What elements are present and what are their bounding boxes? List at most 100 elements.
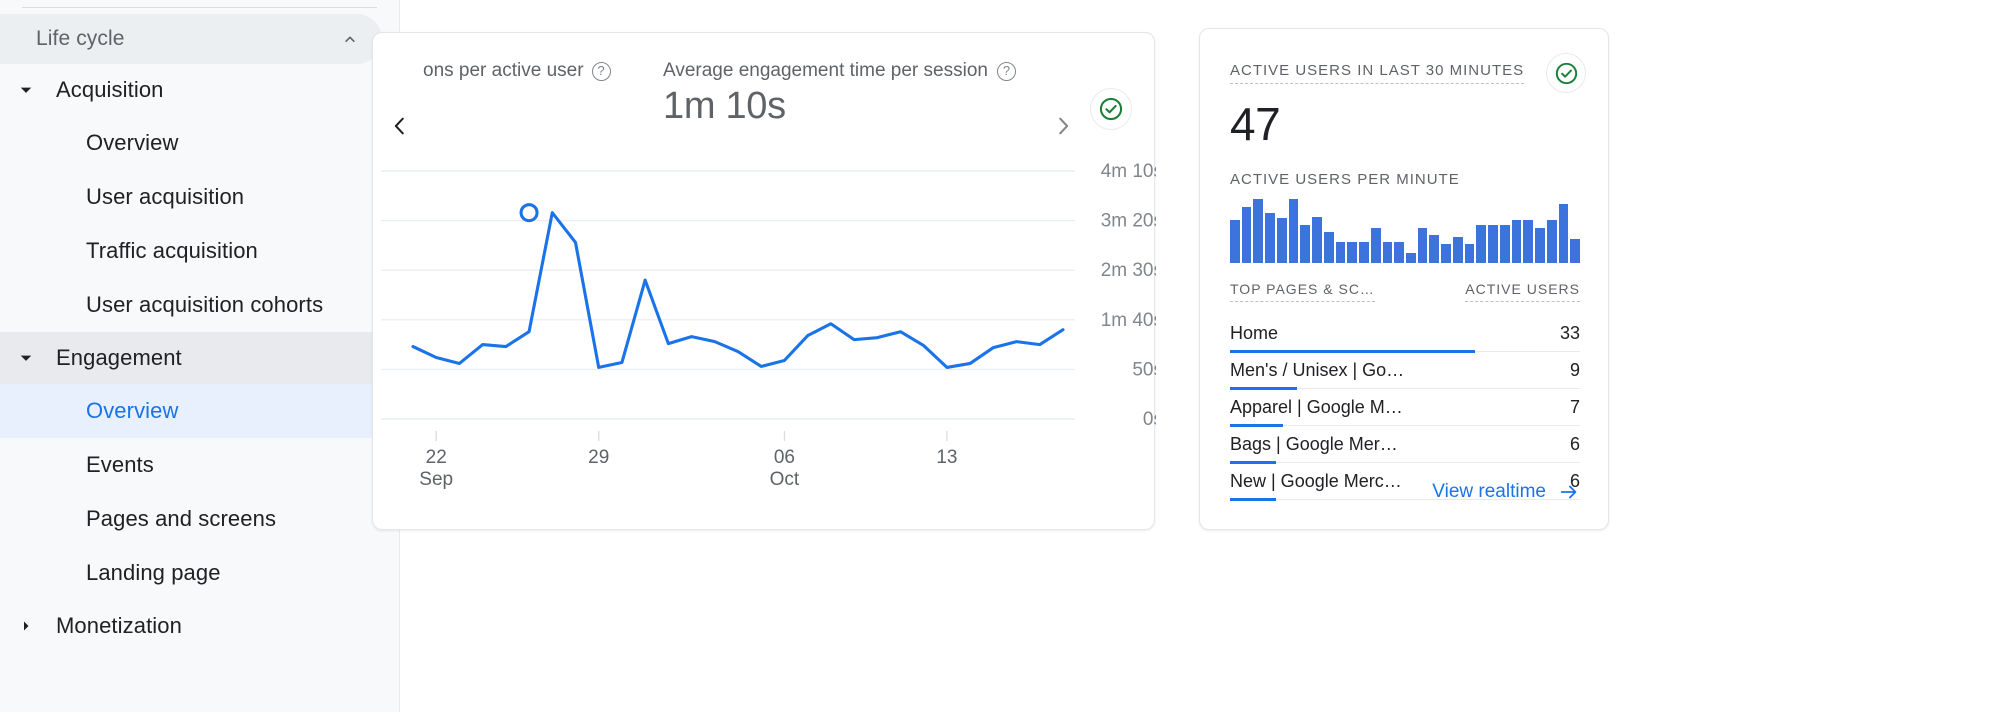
metric-title: Average engagement time per session ? [663, 60, 1016, 82]
sidebar-item-label: Landing page [86, 560, 221, 585]
active-users-30min-label: ACTIVE USERS IN LAST 30 MINUTES [1230, 62, 1525, 84]
chart-line-series [411, 211, 1065, 369]
main-content: ons per active user ? Average engagement… [372, 0, 1999, 712]
next-metric-button[interactable] [1046, 109, 1080, 143]
sparkline-bar [1441, 243, 1451, 263]
chevron-right-icon [1059, 117, 1069, 135]
sidebar-item-user-acquisition[interactable]: User acquisition [0, 170, 396, 224]
metric-title-label: Average engagement time per session [663, 60, 988, 81]
sidebar-item-pages-and-screens[interactable]: Pages and screens [0, 492, 396, 546]
top-pages-table-header: TOP PAGES & SC… ACTIVE USERS [1230, 281, 1580, 302]
previous-metric-label: ons per active user [423, 60, 584, 81]
column-header-top-pages: TOP PAGES & SC… [1230, 281, 1375, 302]
sparkline-bar [1382, 242, 1393, 263]
chevron-left-icon [394, 117, 404, 135]
sidebar-item-label: Pages and screens [86, 506, 277, 531]
sparkline-bar [1546, 219, 1557, 263]
sparkline-bar [1558, 203, 1569, 263]
caret-down-icon [14, 83, 38, 97]
sidebar-item-traffic-acquisition[interactable]: Traffic acquisition [0, 224, 396, 278]
sidebar-item-label: Overview [86, 130, 179, 155]
sidebar-group-label: Engagement [56, 345, 182, 370]
sidebar-item-acquisition-overview[interactable]: Overview [0, 116, 396, 170]
page-title-cell: Men's / Unisex | Go… [1230, 359, 1405, 380]
y-axis-tick-label: 1m 40s [1101, 310, 1156, 331]
active-users-cell: 33 [1559, 322, 1580, 343]
sparkline-bar [1394, 242, 1405, 263]
help-circle-icon[interactable]: ? [591, 61, 611, 81]
sparkline-bar [1347, 242, 1358, 263]
view-realtime-link[interactable]: View realtime [1432, 481, 1580, 503]
sidebar-section-life-cycle[interactable]: Life cycle [0, 14, 382, 64]
sparkline-bar [1570, 238, 1581, 263]
sparkline-bar [1523, 219, 1534, 263]
sidebar-group-label: Acquisition [56, 77, 164, 102]
top-pages-table-rows: Home 33 Men's / Unisex | Go… 9 Apparel | Goo… [1230, 315, 1580, 501]
sparkline-bar [1429, 235, 1440, 263]
y-axis-tick-label: 2m 30s [1101, 260, 1156, 281]
table-row[interactable]: Home 33 [1230, 315, 1580, 353]
sidebar-item-engagement-overview[interactable]: Overview [0, 384, 396, 438]
column-header-active-users: ACTIVE USERS [1465, 281, 1580, 302]
sparkline-bar [1230, 219, 1240, 263]
sparkline-bar [1535, 228, 1545, 263]
active-users-cell: 9 [1569, 359, 1580, 380]
active-users-per-minute-label: ACTIVE USERS PER MINUTE [1230, 171, 1460, 188]
sidebar-group-label: Monetization [56, 613, 182, 638]
line-chart-plot: 4m 10s 3m 20s 2m 30s 1m 40s 50s 0s 22Sep 29 06Oc… [373, 143, 1156, 531]
table-row[interactable]: Bags | Google Mer… 6 [1230, 426, 1580, 464]
sparkline-bar [1511, 219, 1522, 263]
y-axis-tick-label: 3m 20s [1101, 211, 1156, 232]
chevron-up-icon[interactable] [340, 29, 360, 49]
view-realtime-label: View realtime [1432, 481, 1546, 502]
sparkline-bar [1499, 224, 1510, 263]
sparkline-bar [1406, 253, 1416, 263]
active-users-cell: 6 [1569, 433, 1580, 454]
sparkline-bar [1323, 231, 1334, 263]
page-title-cell: Bags | Google Mer… [1230, 433, 1398, 454]
chart-card-header: ons per active user ? Average engagement… [373, 33, 1154, 143]
page-title-cell: Apparel | Google M… [1230, 396, 1403, 417]
sidebar: Life cycle Acquisition Overview User acq… [0, 0, 400, 712]
sparkline-bar [1265, 212, 1275, 263]
sidebar-item-label: User acquisition [86, 184, 245, 209]
analytics-page: Life cycle Acquisition Overview User acq… [0, 0, 1999, 712]
sidebar-item-label: User acquisition cohorts [86, 292, 324, 317]
sidebar-item-user-acquisition-cohorts[interactable]: User acquisition cohorts [0, 278, 396, 332]
sidebar-item-landing-page[interactable]: Landing page [0, 546, 396, 600]
caret-right-icon [14, 620, 38, 632]
check-circle-icon [1555, 62, 1577, 84]
sparkline-bar [1288, 199, 1299, 263]
x-axis-tick-sublabel: Oct [770, 469, 800, 490]
sidebar-divider [22, 7, 377, 8]
sidebar-group-acquisition[interactable]: Acquisition [0, 64, 396, 116]
sparkline-bar [1335, 242, 1346, 263]
previous-metric-button[interactable] [383, 109, 417, 143]
check-circle-icon [1099, 97, 1123, 121]
engagement-time-chart-card: ons per active user ? Average engagement… [372, 32, 1156, 531]
x-axis-tick-label: 13 [936, 447, 957, 468]
sparkline-bar [1241, 207, 1252, 263]
realtime-status-badge[interactable] [1546, 53, 1586, 93]
caret-down-icon [14, 351, 38, 365]
sidebar-item-events[interactable]: Events [0, 438, 396, 492]
page-title-cell: Home [1230, 322, 1279, 343]
active-users-count: 47 [1230, 98, 1281, 150]
sparkline-bar [1300, 224, 1311, 263]
active-users-sparkline[interactable] [1230, 199, 1581, 263]
chart-highlight-point [519, 203, 539, 223]
table-row[interactable]: Men's / Unisex | Go… 9 [1230, 352, 1580, 390]
sidebar-group-engagement[interactable]: Engagement [0, 332, 396, 384]
realtime-card: ACTIVE USERS IN LAST 30 MINUTES 47 ACTIV… [1199, 28, 1609, 530]
sidebar-group-monetization[interactable]: Monetization [0, 600, 396, 652]
table-row[interactable]: Apparel | Google M… 7 [1230, 389, 1580, 427]
line-chart-svg[interactable]: 4m 10s 3m 20s 2m 30s 1m 40s 50s 0s 22Sep 29 06Oc… [373, 143, 1156, 531]
sidebar-item-label: Traffic acquisition [86, 238, 258, 263]
sparkline-bar [1417, 228, 1428, 263]
active-users-cell: 7 [1569, 396, 1580, 417]
sidebar-section-label: Life cycle [36, 27, 125, 50]
help-circle-icon[interactable]: ? [996, 61, 1016, 81]
chart-status-badge[interactable] [1090, 88, 1132, 130]
sparkline-bar [1312, 217, 1322, 263]
sparkline-bar [1488, 224, 1498, 263]
